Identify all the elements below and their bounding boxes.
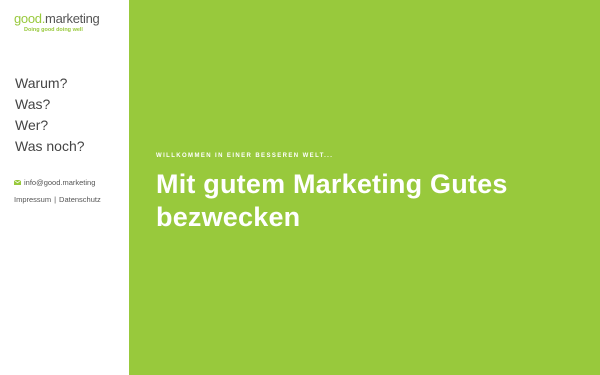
nav-item-wer[interactable]: Wer? [15, 115, 85, 136]
nav-item-was-noch[interactable]: Was noch? [15, 136, 85, 157]
logo[interactable]: good.marketing Doing good doing well [14, 12, 124, 34]
email-link[interactable]: info@good.marketing [14, 178, 101, 187]
page: good.marketing Doing good doing well War… [0, 0, 600, 375]
hero-title: Mit gutem Marketing Gutes bezwecken [156, 169, 508, 232]
legal-links: Impressum | Datenschutz [14, 195, 101, 204]
impressum-link[interactable]: Impressum [14, 195, 51, 204]
main-nav: Warum? Was? Wer? Was noch? [15, 73, 85, 157]
logo-wordmark: good.marketing [14, 12, 124, 26]
sidebar: good.marketing Doing good doing well War… [0, 0, 129, 375]
logo-marketing: marketing [45, 11, 100, 26]
nav-item-warum[interactable]: Warum? [15, 73, 85, 94]
email-text: info@good.marketing [24, 178, 96, 187]
mail-icon [14, 180, 21, 185]
hero-kicker: WILLKOMMEN IN EINER BESSEREN WELT... [156, 153, 334, 159]
logo-tagline: Doing good doing well [24, 27, 83, 33]
legal-separator: | [54, 195, 57, 204]
contact-block: info@good.marketing Impressum | Datenschut… [14, 178, 101, 204]
logo-good: good [14, 11, 42, 26]
nav-item-was[interactable]: Was? [15, 94, 85, 115]
hero-section: WILLKOMMEN IN EINER BESSEREN WELT... Mit… [129, 0, 600, 375]
datenschutz-link[interactable]: Datenschutz [59, 195, 101, 204]
